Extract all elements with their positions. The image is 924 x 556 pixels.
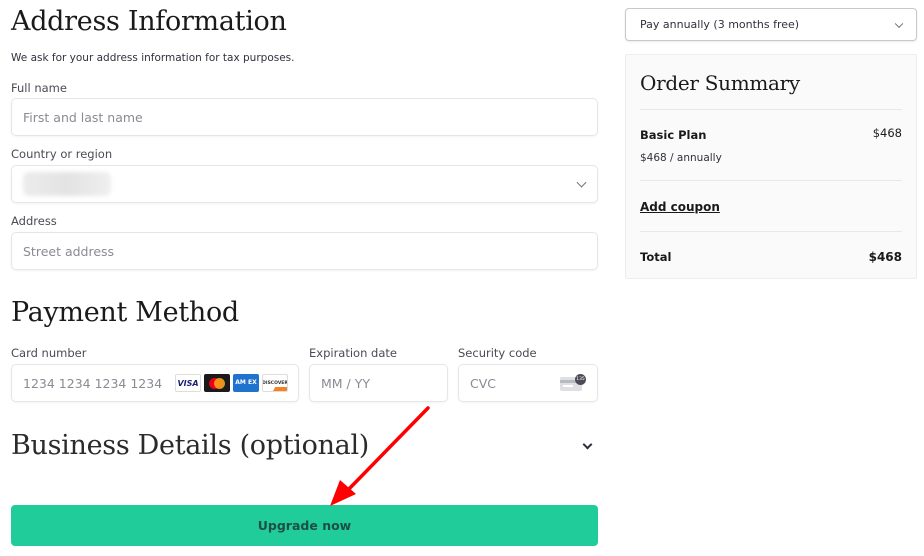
total-value: $468 bbox=[868, 250, 902, 264]
payment-section-title: Payment Method bbox=[11, 297, 239, 328]
address-subtitle: We ask for your address information for … bbox=[11, 52, 295, 64]
country-select[interactable] bbox=[11, 165, 598, 203]
chevron-down-icon[interactable] bbox=[582, 439, 593, 450]
country-value-redacted bbox=[23, 172, 111, 196]
card-number-input[interactable] bbox=[23, 375, 168, 391]
address-section-title: Address Information bbox=[11, 6, 287, 37]
country-label: Country or region bbox=[11, 147, 113, 161]
chevron-down-icon bbox=[576, 177, 587, 188]
expiration-label: Expiration date bbox=[309, 346, 397, 360]
full-name-input[interactable] bbox=[23, 109, 597, 125]
total-label: Total bbox=[640, 250, 672, 264]
plan-name: Basic Plan bbox=[640, 128, 707, 142]
business-details-toggle[interactable]: Business Details (optional) bbox=[11, 430, 369, 461]
card-number-field[interactable]: VISA AM EX DISCOVER bbox=[11, 364, 299, 402]
upgrade-now-button[interactable]: Upgrade now bbox=[11, 505, 598, 546]
expiration-input[interactable] bbox=[321, 375, 447, 391]
street-address-input[interactable] bbox=[23, 243, 597, 259]
plan-price: $468 bbox=[872, 126, 902, 140]
full-name-field[interactable] bbox=[11, 98, 598, 136]
divider bbox=[640, 109, 902, 110]
billing-period-select[interactable]: Pay annually (3 months free) bbox=[625, 8, 917, 41]
card-brand-logos: VISA AM EX DISCOVER bbox=[175, 374, 288, 392]
full-name-label: Full name bbox=[11, 81, 67, 95]
amex-icon: AM EX bbox=[233, 374, 259, 392]
card-number-label: Card number bbox=[11, 346, 87, 360]
expiration-field[interactable] bbox=[309, 364, 448, 402]
order-summary-title: Order Summary bbox=[640, 71, 800, 95]
divider bbox=[640, 180, 902, 181]
security-code-field[interactable]: 135 bbox=[458, 364, 598, 402]
security-code-label: Security code bbox=[458, 346, 537, 360]
chevron-down-icon bbox=[894, 19, 904, 28]
cvc-card-icon: 135 bbox=[560, 374, 586, 392]
divider bbox=[640, 231, 902, 232]
billing-period-value: Pay annually (3 months free) bbox=[640, 18, 800, 31]
plan-billing-detail: $468 / annually bbox=[640, 152, 722, 164]
mastercard-icon bbox=[204, 374, 230, 392]
discover-icon: DISCOVER bbox=[262, 374, 288, 392]
street-address-field[interactable] bbox=[11, 232, 598, 270]
visa-icon: VISA bbox=[175, 374, 201, 392]
cvc-input[interactable] bbox=[470, 375, 550, 391]
address-label: Address bbox=[11, 214, 57, 228]
add-coupon-link[interactable]: Add coupon bbox=[640, 200, 720, 214]
order-summary-panel: Order Summary Basic Plan $468 $468 / ann… bbox=[625, 54, 917, 279]
